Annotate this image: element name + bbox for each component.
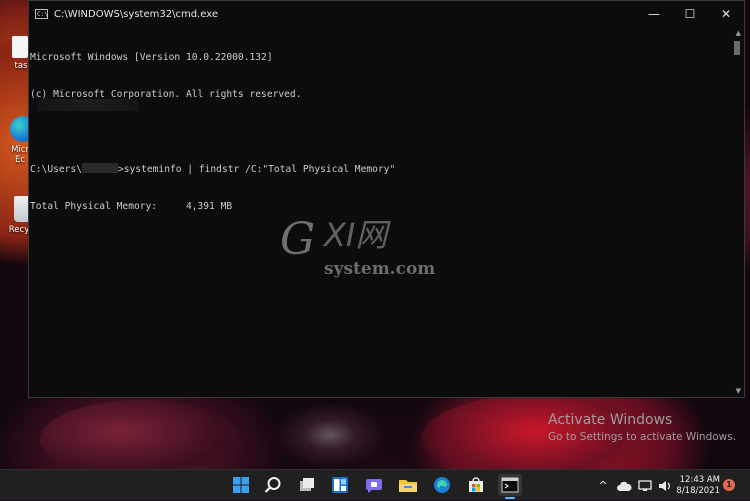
file-icon	[12, 36, 28, 58]
windows-start-icon	[233, 477, 249, 493]
desktop-icon-label: Micr Ec	[11, 145, 29, 165]
terminal-icon	[501, 477, 519, 493]
task-view-icon	[300, 478, 314, 491]
edge-icon	[434, 477, 450, 493]
terminal-output[interactable]: Microsoft Windows [Version 10.0.22000.13…	[29, 27, 730, 397]
desktop-icon-label: Recy	[8, 225, 30, 235]
scroll-thumb[interactable]	[734, 41, 740, 55]
store-button[interactable]	[465, 474, 487, 496]
vertical-scrollbar[interactable]: ▲ ▼	[730, 27, 744, 397]
minimize-button[interactable]: —	[636, 1, 672, 27]
search-button[interactable]	[262, 474, 284, 496]
activation-subtitle: Go to Settings to activate Windows.	[548, 431, 737, 443]
activation-title: Activate Windows	[548, 412, 673, 428]
close-button[interactable]: ✕	[708, 1, 744, 27]
chat-button[interactable]	[363, 474, 385, 496]
teams-chat-icon	[366, 479, 382, 493]
microsoft-store-icon	[469, 477, 483, 492]
prompt-prefix: C:\Users\	[30, 164, 82, 176]
scroll-down-arrow-icon[interactable]: ▼	[736, 387, 741, 395]
cmd-app-icon[interactable]: C:\	[35, 9, 48, 19]
maximize-button[interactable]: ☐	[672, 1, 708, 27]
window-title: C:\WINDOWS\system32\cmd.exe	[54, 8, 218, 20]
terminal-prompt-line: C:\Users\ >systeminfo | findstr /C:"Total…	[30, 163, 730, 175]
desktop-icon-file[interactable]: tas	[0, 36, 30, 71]
taskbar: ^ 12:43 AM 8/18/2021 1	[0, 469, 750, 500]
prompt-command: >systeminfo | findstr /C:"Total Physical…	[117, 164, 396, 176]
task-view-button[interactable]	[296, 474, 318, 496]
notification-badge[interactable]: 1	[723, 479, 735, 491]
file-explorer-button[interactable]	[397, 474, 419, 496]
desktop-icon-recycle-bin[interactable]: Recy	[0, 196, 32, 235]
network-icon[interactable]	[638, 479, 652, 492]
clock-time: 12:43 AM	[679, 475, 720, 485]
active-app-indicator	[505, 497, 515, 499]
desktop-icon-edge[interactable]: Micr Ec	[0, 116, 36, 165]
widgets-button[interactable]	[329, 474, 351, 496]
activation-notice: Activate Windows Go to Settings to activ…	[548, 412, 736, 444]
clock-date: 8/18/2021	[676, 486, 720, 496]
blurred-prompt	[37, 99, 139, 111]
cmd-taskbar-button[interactable]	[498, 474, 522, 499]
system-tray: ^	[596, 470, 672, 501]
search-icon	[264, 477, 281, 493]
volume-icon[interactable]	[658, 480, 672, 492]
redacted-username	[81, 163, 118, 174]
desktop-icon-label: tas	[14, 61, 28, 71]
edge-button[interactable]	[431, 474, 453, 496]
widgets-icon	[332, 477, 348, 493]
terminal-line: Total Physical Memory: 4,391 MB	[30, 200, 233, 212]
scroll-up-arrow-icon[interactable]: ▲	[736, 29, 741, 37]
cloud-icon[interactable]	[616, 480, 632, 492]
show-hidden-icons-chevron-icon[interactable]: ^	[596, 479, 610, 492]
terminal-line: Microsoft Windows [Version 10.0.22000.13…	[30, 51, 273, 63]
file-explorer-icon	[399, 480, 417, 492]
cmd-window[interactable]: C:\ C:\WINDOWS\system32\cmd.exe — ☐ ✕ Mi…	[28, 0, 745, 398]
title-bar[interactable]: C:\ C:\WINDOWS\system32\cmd.exe — ☐ ✕	[29, 1, 744, 27]
start-button[interactable]	[230, 474, 252, 496]
clock[interactable]: 12:43 AM 8/18/2021	[674, 475, 720, 497]
